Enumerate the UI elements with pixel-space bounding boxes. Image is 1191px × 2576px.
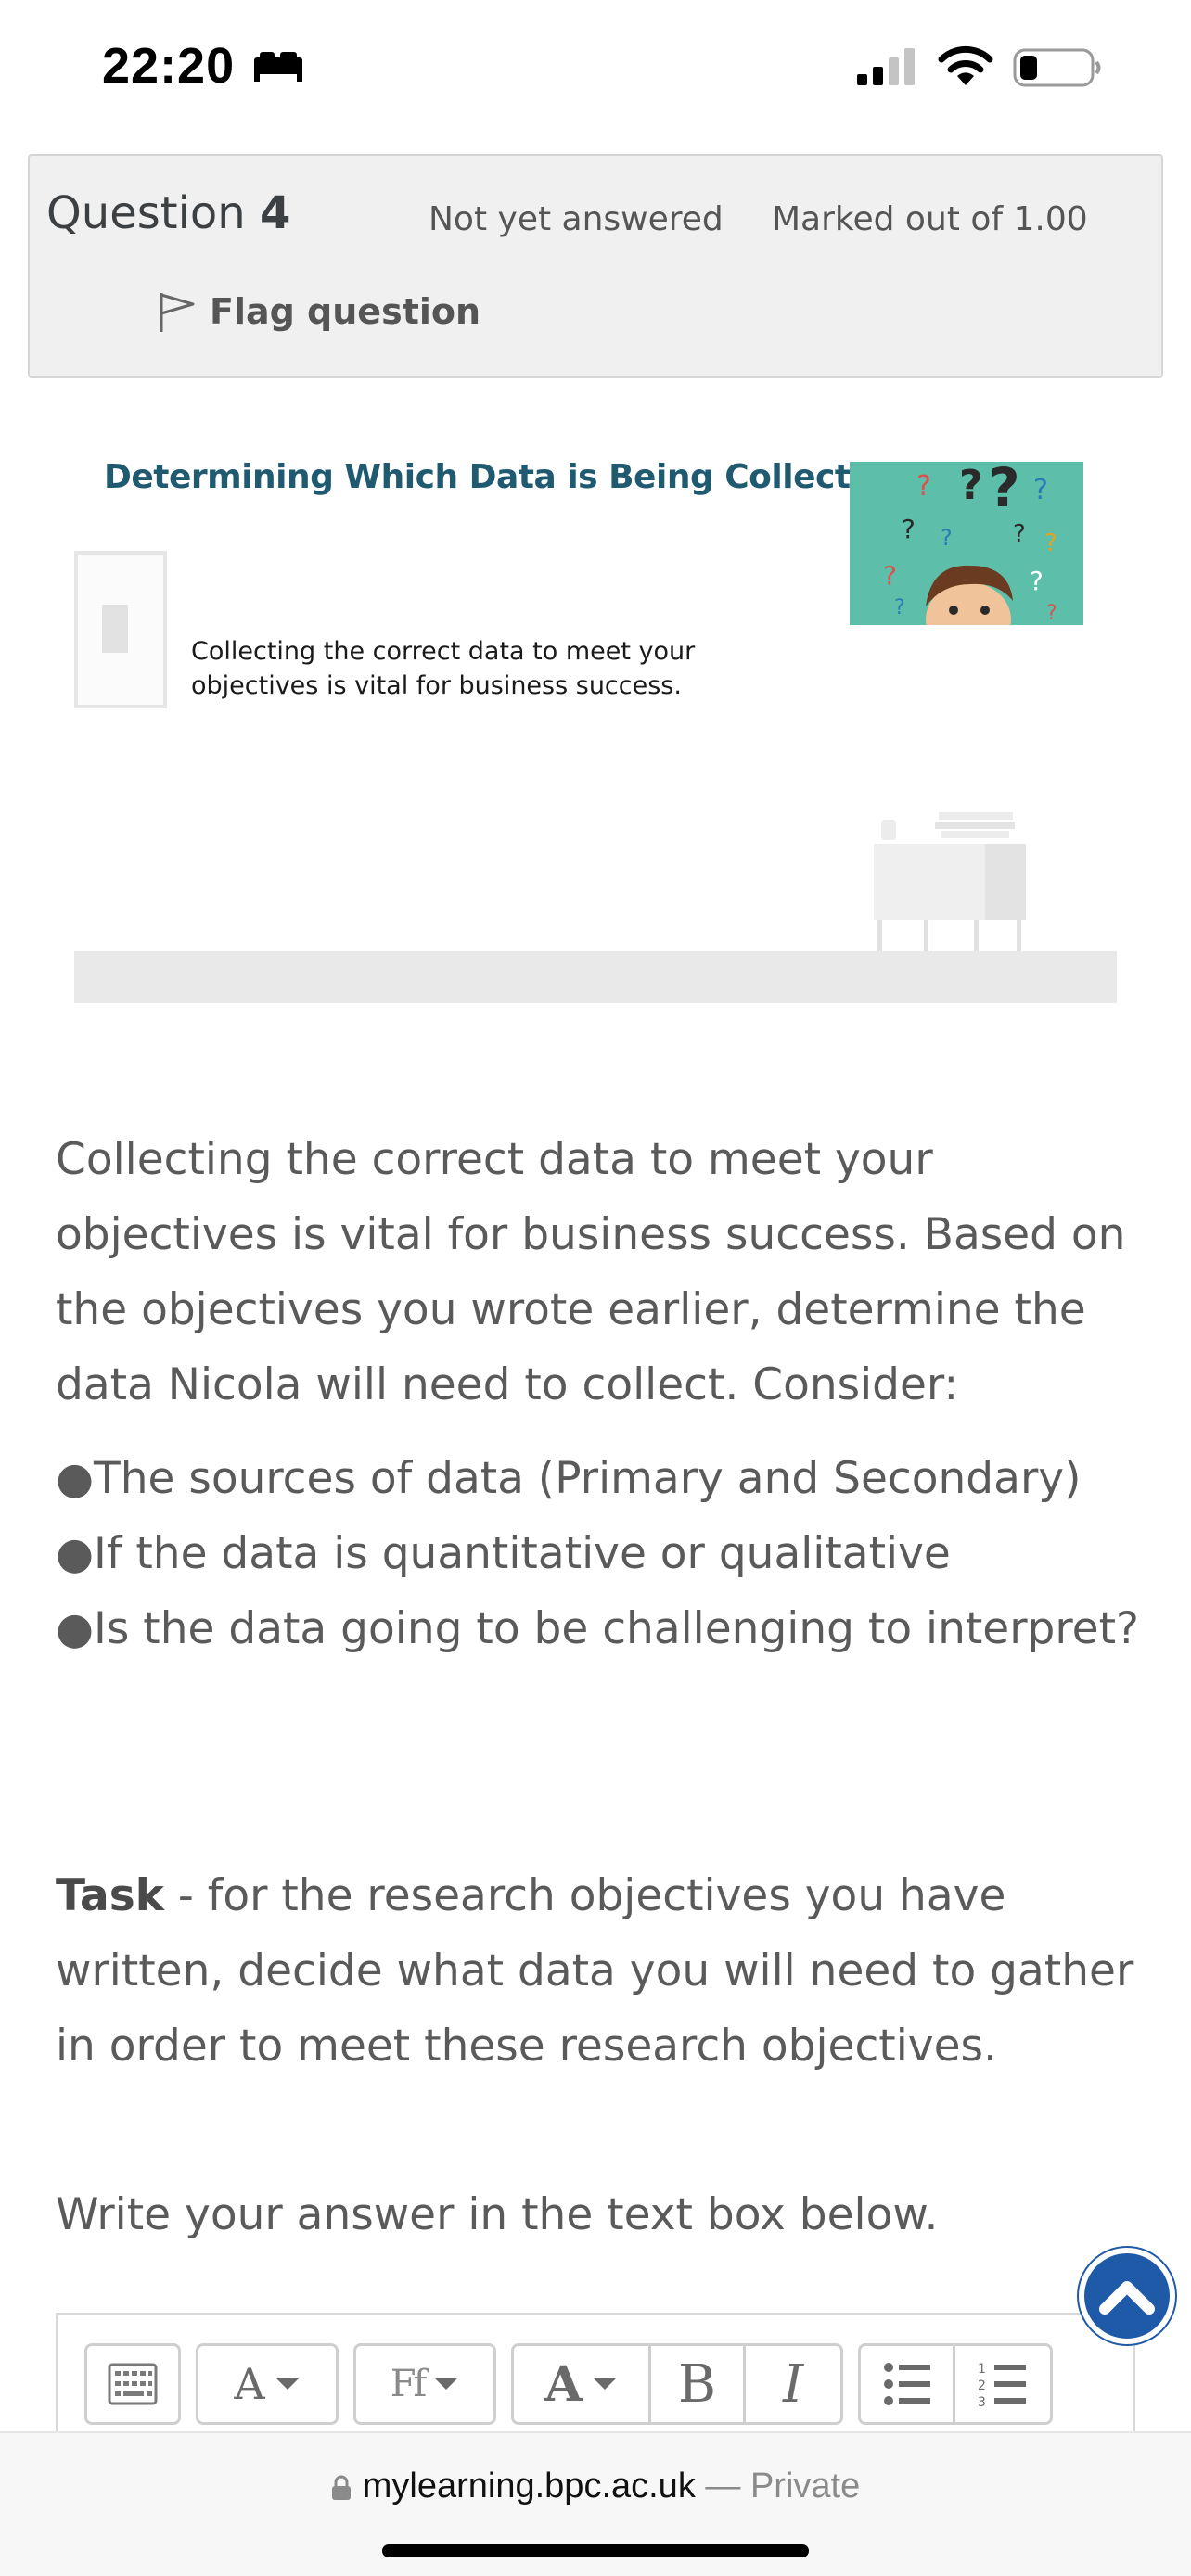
desk-illustration bbox=[874, 812, 1026, 953]
svg-text:?: ? bbox=[941, 525, 953, 551]
svg-text:?: ? bbox=[883, 560, 897, 591]
question-grade: Marked out of 1.00 bbox=[772, 200, 1088, 238]
slide-subtitle-line-1: Collecting the correct data to meet your bbox=[191, 637, 696, 666]
toolbar-group-style: A B I bbox=[511, 2343, 843, 2425]
browser-address-bar[interactable]: mylearning.bpc.ac.uk — Private bbox=[0, 2431, 1191, 2576]
slide-floor bbox=[74, 951, 1117, 1003]
svg-text:?: ? bbox=[1046, 602, 1057, 625]
show-more-buttons[interactable] bbox=[87, 2346, 178, 2422]
font-color-label: A bbox=[234, 2359, 265, 2409]
flag-question-button[interactable]: Flag question bbox=[158, 289, 480, 334]
question-intro-text: Collecting the correct data to meet your… bbox=[56, 1134, 1126, 1410]
question-state: Not yet answered bbox=[429, 200, 724, 238]
back-to-top-button[interactable] bbox=[1079, 2248, 1175, 2344]
slide-subtitle: Collecting the correct data to meet your… bbox=[191, 634, 695, 703]
question-number-value: 4 bbox=[259, 187, 291, 239]
italic-button[interactable]: I bbox=[746, 2346, 840, 2422]
italic-label: I bbox=[782, 2353, 804, 2415]
font-family-button[interactable]: Ff bbox=[356, 2346, 493, 2422]
answer-instruction: Write your answer in the text box below. bbox=[56, 2189, 939, 2240]
numbered-list-icon: 1 2 3 bbox=[978, 2362, 1026, 2408]
slide-subtitle-line-2: objectives is vital for business success… bbox=[191, 671, 682, 700]
flag-icon bbox=[160, 293, 195, 332]
toolbar-group-lists: 1 2 3 bbox=[858, 2343, 1053, 2425]
url-domain: mylearning.bpc.ac.uk bbox=[362, 2467, 696, 2506]
battery-icon bbox=[1013, 48, 1101, 87]
intro-slide-image: Determining Which Data is Being Collecte… bbox=[74, 445, 1117, 1003]
font-size-label: A bbox=[544, 2355, 583, 2413]
chevron-down-icon bbox=[275, 2378, 299, 2390]
chevron-down-icon bbox=[435, 2378, 458, 2390]
svg-text:?: ? bbox=[989, 462, 1020, 519]
font-family-label: Ff bbox=[390, 2363, 428, 2405]
bed-icon bbox=[254, 52, 302, 82]
question-label: Question bbox=[46, 187, 246, 239]
toolbar-group-color: A bbox=[196, 2343, 339, 2425]
svg-text:?: ? bbox=[902, 514, 916, 544]
svg-text:?: ? bbox=[1044, 529, 1057, 557]
status-time: 22:20 bbox=[102, 38, 236, 94]
numbered-list-button[interactable]: 1 2 3 bbox=[955, 2346, 1050, 2422]
list-item: ●If the data is quantitative or qualitat… bbox=[56, 1528, 951, 1579]
task-paragraph: Task - for the research objectives you h… bbox=[56, 1858, 1150, 2084]
svg-text:?: ? bbox=[1030, 566, 1044, 596]
list-item: ●Is the data going to be challenging to … bbox=[56, 1603, 1139, 1654]
toolbar-group-font: Ff bbox=[353, 2343, 496, 2425]
question-info: Question 4 Not yet answered Marked out o… bbox=[28, 154, 1163, 378]
font-color-button[interactable]: A bbox=[198, 2346, 336, 2422]
light-switch-illustration bbox=[74, 551, 167, 708]
signal-icon bbox=[857, 48, 915, 85]
keyboard-icon bbox=[108, 2363, 158, 2405]
svg-text:3: 3 bbox=[978, 2395, 986, 2408]
task-label: Task bbox=[56, 1870, 164, 1921]
svg-text:1: 1 bbox=[978, 2362, 986, 2377]
svg-text:?: ? bbox=[959, 462, 983, 509]
flag-question-label: Flag question bbox=[210, 291, 481, 332]
font-size-button[interactable]: A bbox=[514, 2346, 651, 2422]
confused-person-image: ? ? ? ? ? ? ? ? ? ? ? ? bbox=[850, 462, 1083, 625]
url-separator: — bbox=[695, 2467, 750, 2506]
editor-toolbar: A Ff A B I 1 2 3 bbox=[84, 2343, 1053, 2425]
lock-icon bbox=[331, 2475, 351, 2500]
address-display[interactable]: mylearning.bpc.ac.uk — Private bbox=[0, 2467, 1191, 2506]
toolbar-group-toggle bbox=[84, 2343, 181, 2425]
bullet-list-icon bbox=[883, 2363, 930, 2405]
bold-button[interactable]: B bbox=[651, 2346, 746, 2422]
svg-text:?: ? bbox=[1013, 520, 1026, 548]
bullet-list-button[interactable] bbox=[861, 2346, 955, 2422]
home-indicator[interactable] bbox=[382, 2544, 809, 2557]
confused-person-illustration: ? ? ? ? ? ? ? ? ? ? ? ? bbox=[883, 462, 1057, 625]
svg-text:?: ? bbox=[894, 596, 905, 619]
consider-list: ●The sources of data (Primary and Second… bbox=[56, 1441, 1150, 1666]
slide-title: Determining Which Data is Being Collecte… bbox=[104, 458, 896, 496]
svg-text:?: ? bbox=[916, 470, 931, 503]
task-text: - for the research objectives you have w… bbox=[56, 1870, 1134, 2072]
svg-text:?: ? bbox=[1033, 474, 1048, 506]
chevron-down-icon bbox=[593, 2378, 616, 2390]
bold-label: B bbox=[677, 2353, 717, 2415]
question-number: Question 4 bbox=[46, 187, 290, 239]
list-item: ●The sources of data (Primary and Second… bbox=[56, 1453, 1082, 1504]
private-label: Private bbox=[749, 2467, 861, 2506]
chevron-up-icon bbox=[1099, 2281, 1155, 2315]
status-bar: 22:20 bbox=[0, 0, 1191, 139]
svg-text:2: 2 bbox=[978, 2378, 986, 2393]
wifi-icon bbox=[938, 45, 993, 85]
